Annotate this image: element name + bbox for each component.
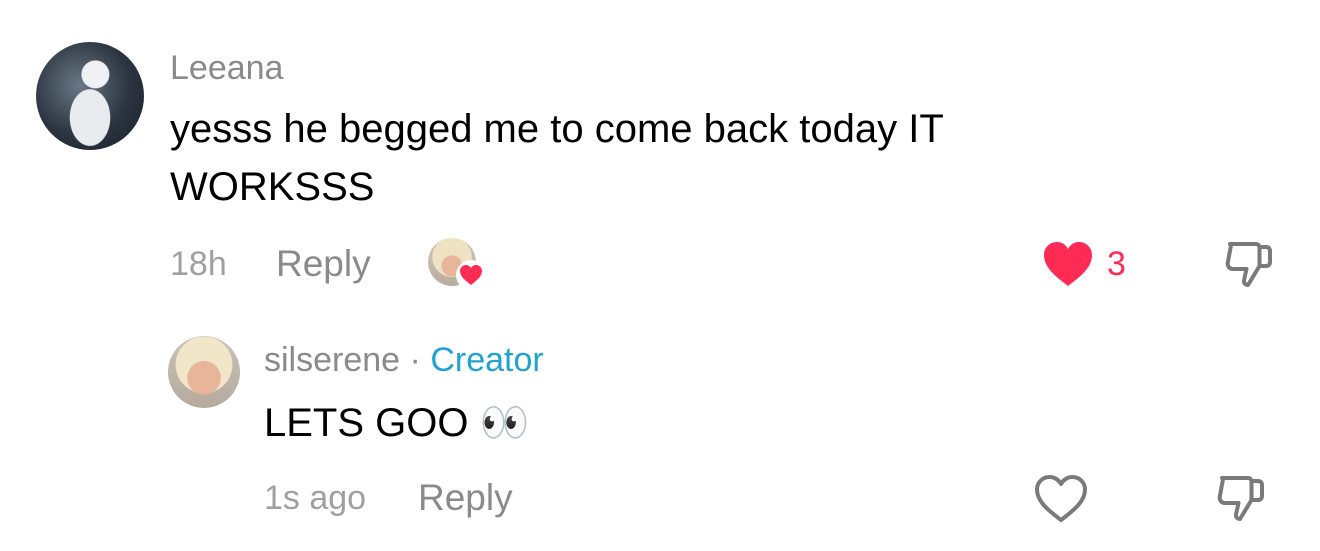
comment-text-line-2: WORKSSS xyxy=(170,165,375,209)
separator-dot: · xyxy=(409,341,421,379)
reply-dislike-button[interactable] xyxy=(1214,472,1268,524)
reply-header: silserene · Creator xyxy=(264,340,544,380)
thumbs-down-icon xyxy=(1217,476,1264,521)
thumbs-down-icon xyxy=(1225,242,1272,287)
comment-like-count: 3 xyxy=(1107,245,1126,283)
creator-badge: Creator xyxy=(430,341,544,379)
comment-text-line-1: yesss he begged me to come back today IT xyxy=(170,107,944,151)
reply-text: LETS GOO 👀 xyxy=(264,396,529,450)
heart-badge-icon xyxy=(456,260,486,290)
reply-text-content: LETS GOO xyxy=(264,401,469,445)
reply-username[interactable]: silserene xyxy=(264,341,400,379)
reply-avatar[interactable] xyxy=(168,336,240,408)
reply-like-button[interactable] xyxy=(1034,474,1088,524)
commenter-avatar[interactable] xyxy=(36,42,144,150)
comment-dislike-button[interactable] xyxy=(1222,238,1276,290)
comment-timestamp: 18h xyxy=(170,245,227,283)
comment-reply-button[interactable]: Reply xyxy=(276,244,371,284)
reply-timestamp: 1s ago xyxy=(264,479,367,517)
heart-outline-icon xyxy=(1035,475,1087,522)
heart-filled-icon xyxy=(1044,242,1092,286)
reply-reply-button[interactable]: Reply xyxy=(418,478,513,518)
eyes-emoji: 👀 xyxy=(479,401,530,445)
comment-like-button[interactable] xyxy=(1042,240,1094,288)
comment-username[interactable]: Leeana xyxy=(170,48,283,88)
